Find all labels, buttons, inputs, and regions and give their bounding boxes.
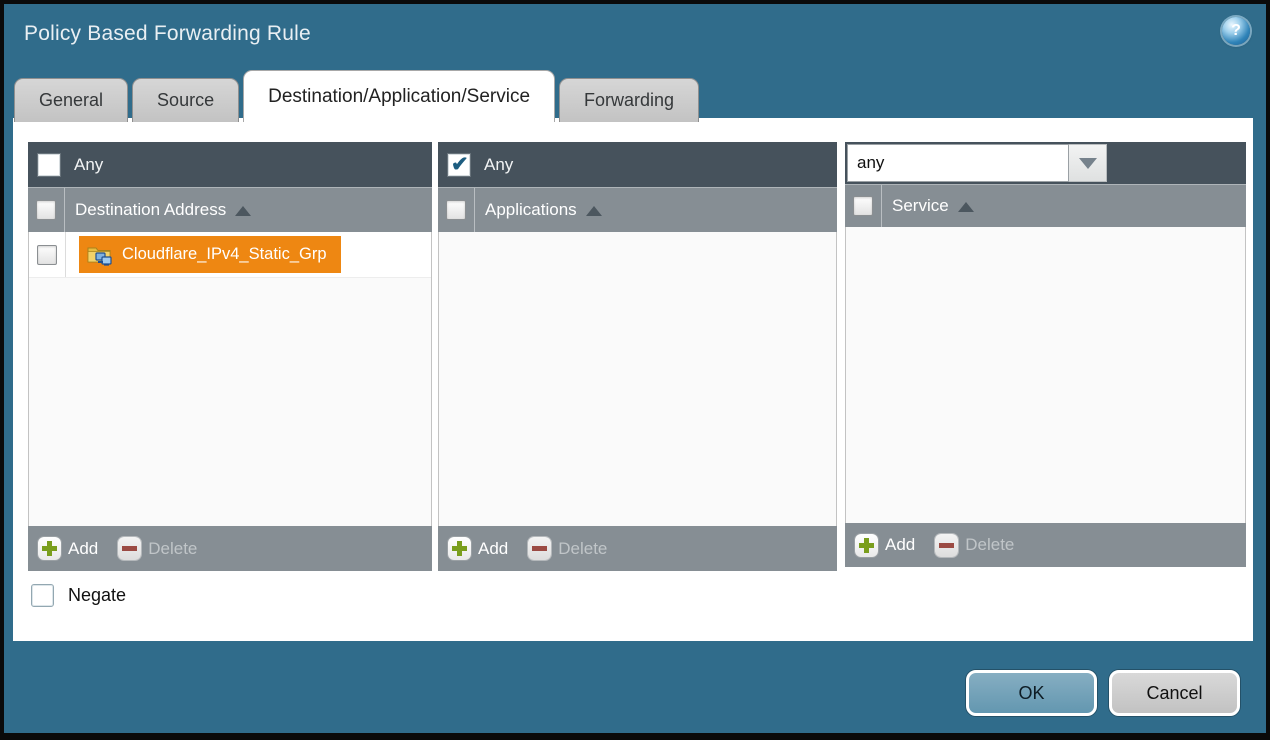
service-select-all-checkbox[interactable]	[853, 196, 873, 216]
negate-checkbox[interactable]	[31, 584, 54, 607]
service-mode-value[interactable]: any	[847, 144, 1069, 182]
negate-row: Negate	[31, 584, 126, 607]
service-mode-bar: any	[845, 142, 1246, 184]
service-header: Service	[845, 184, 1246, 227]
negate-label: Negate	[68, 585, 126, 606]
add-button[interactable]: Add	[855, 534, 915, 557]
delete-button[interactable]: Delete	[935, 534, 1014, 557]
applications-header-label[interactable]: Applications	[485, 200, 577, 220]
applications-any-checkbox[interactable]	[448, 154, 470, 176]
dialog-frame: Policy Based Forwarding Rule ? General S…	[4, 4, 1266, 733]
applications-footer: Add Delete	[438, 526, 837, 571]
delete-button[interactable]: Delete	[528, 537, 607, 560]
minus-icon	[935, 534, 958, 557]
tab-source[interactable]: Source	[132, 78, 239, 122]
sort-asc-icon[interactable]	[958, 202, 974, 212]
destination-list: Cloudflare_IPv4_Static_Grp	[28, 232, 432, 526]
table-row[interactable]: Cloudflare_IPv4_Static_Grp	[29, 232, 431, 278]
delete-button[interactable]: Delete	[118, 537, 197, 560]
sort-asc-icon[interactable]	[586, 206, 602, 216]
destination-any-checkbox[interactable]	[38, 154, 60, 176]
tab-bar: General Source Destination/Application/S…	[14, 70, 699, 122]
cancel-button[interactable]: Cancel	[1109, 670, 1240, 716]
tab-forwarding[interactable]: Forwarding	[559, 78, 699, 122]
address-group-name: Cloudflare_IPv4_Static_Grp	[122, 245, 327, 264]
destination-column: Any Destination Address	[28, 142, 432, 571]
destination-any-bar: Any	[28, 142, 432, 187]
plus-icon	[448, 537, 471, 560]
tab-content-panel: Any Destination Address	[13, 118, 1253, 641]
help-icon[interactable]: ?	[1222, 17, 1250, 45]
chevron-down-icon	[1079, 158, 1097, 169]
sort-asc-icon[interactable]	[235, 206, 251, 216]
applications-column: Any Applications Add Delete	[438, 142, 837, 571]
selected-address-group[interactable]: Cloudflare_IPv4_Static_Grp	[79, 236, 341, 273]
service-footer: Add Delete	[845, 523, 1246, 567]
dropdown-button[interactable]	[1069, 144, 1107, 182]
destination-header-label[interactable]: Destination Address	[75, 200, 226, 220]
service-list	[845, 227, 1246, 523]
minus-icon	[528, 537, 551, 560]
applications-header: Applications	[438, 187, 837, 232]
applications-any-label: Any	[484, 155, 513, 175]
applications-any-bar: Any	[438, 142, 837, 187]
service-header-label[interactable]: Service	[892, 196, 949, 216]
applications-select-all-checkbox[interactable]	[446, 200, 466, 220]
minus-icon	[118, 537, 141, 560]
ok-button[interactable]: OK	[966, 670, 1097, 716]
plus-icon	[38, 537, 61, 560]
dialog-title: Policy Based Forwarding Rule	[24, 22, 311, 46]
add-button[interactable]: Add	[38, 537, 98, 560]
tab-general[interactable]: General	[14, 78, 128, 122]
plus-icon	[855, 534, 878, 557]
add-button[interactable]: Add	[448, 537, 508, 560]
destination-address-header: Destination Address	[28, 187, 432, 232]
help-glyph: ?	[1231, 22, 1241, 40]
destination-footer: Add Delete	[28, 526, 432, 571]
tab-destination-application-service[interactable]: Destination/Application/Service	[243, 70, 555, 122]
applications-list	[438, 232, 837, 526]
address-group-icon	[87, 244, 113, 266]
destination-select-all-checkbox[interactable]	[36, 200, 56, 220]
row-checkbox[interactable]	[37, 245, 57, 265]
service-column: any Service Add	[845, 142, 1246, 567]
service-mode-dropdown[interactable]: any	[847, 144, 1107, 182]
destination-any-label: Any	[74, 155, 103, 175]
